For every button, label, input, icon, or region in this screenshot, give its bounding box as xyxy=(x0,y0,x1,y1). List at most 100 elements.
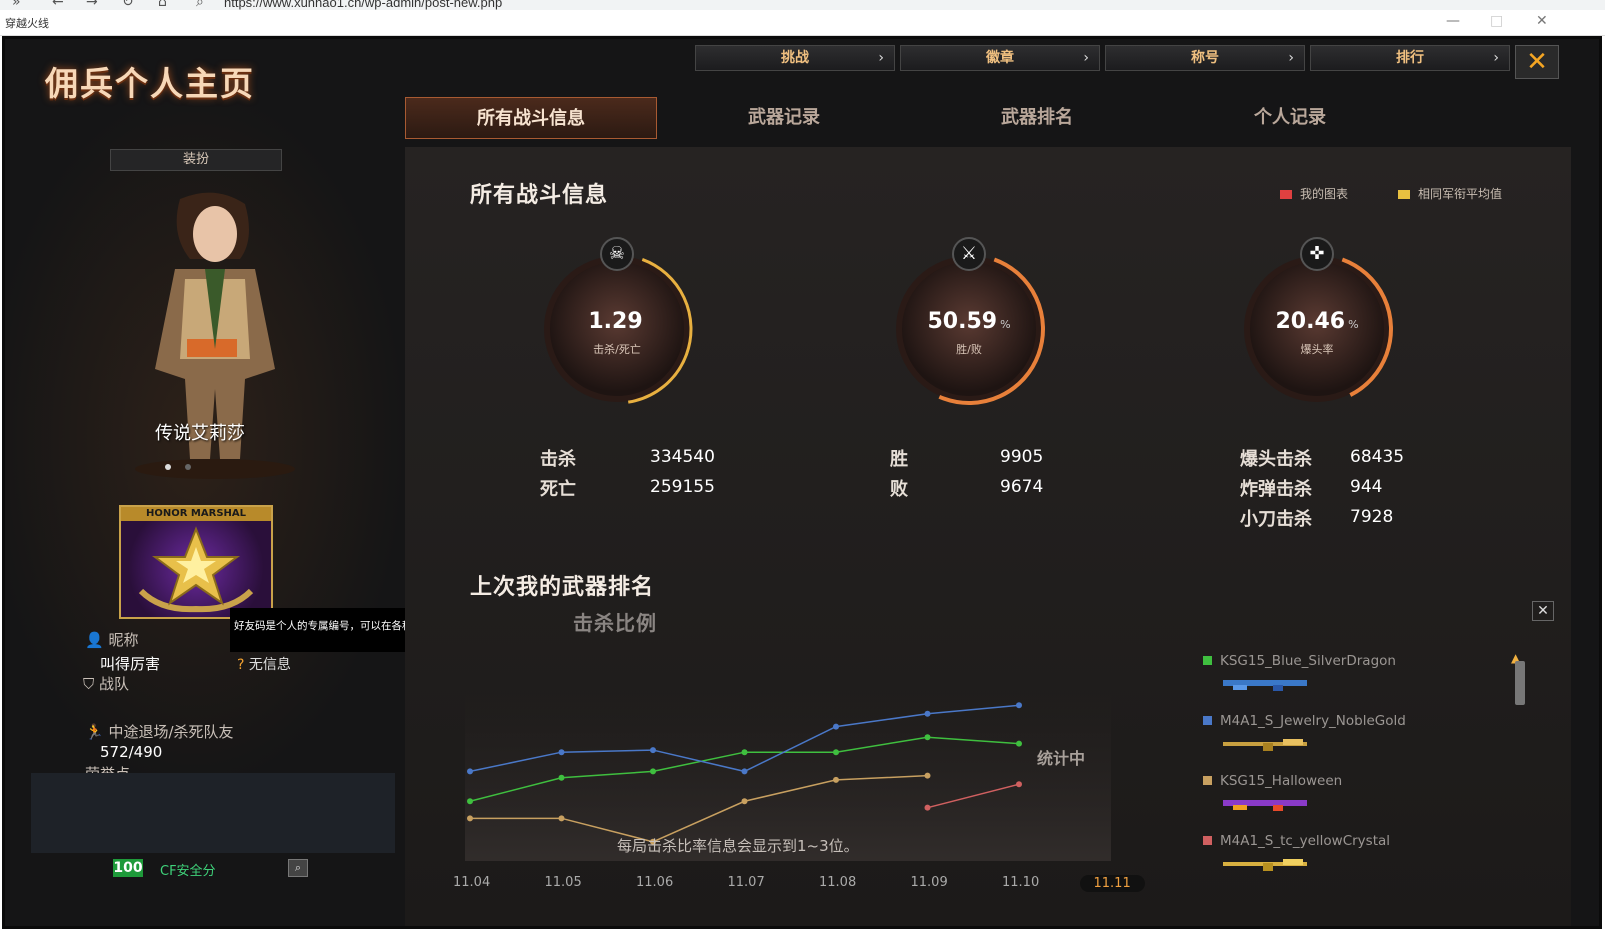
topmenu-rank[interactable]: 排行 › xyxy=(1310,45,1510,71)
data-point[interactable] xyxy=(467,815,473,822)
forward-icon[interactable]: → xyxy=(86,0,98,10)
data-point[interactable] xyxy=(650,768,656,775)
legend-avg-text: 相同军衔平均值 xyxy=(1418,187,1503,201)
data-point[interactable] xyxy=(1016,781,1022,788)
headshot-kills-label: 爆头击杀 xyxy=(1240,449,1312,470)
game-window: 佣兵个人主页 挑战 › 徽章 › 称号 › 排行 › ✕ 所有战斗信息 武器记录 武器排… xyxy=(2,36,1602,929)
headshot-number: 20.46 xyxy=(1275,309,1346,334)
no-info[interactable]: ? 无信息 xyxy=(237,654,291,674)
data-point[interactable] xyxy=(558,749,565,756)
search-button[interactable]: ⌕ xyxy=(288,859,308,877)
sniper-icon: ✜ xyxy=(1300,237,1334,271)
date-tick[interactable]: 11.09 xyxy=(911,875,948,890)
star-emblem-icon xyxy=(138,526,254,613)
no-info-text: 无信息 xyxy=(248,657,291,673)
tab-personal-records[interactable]: 个人记录 xyxy=(1164,97,1416,139)
shotgun-icon xyxy=(1223,800,1307,811)
chevron-right-icon: › xyxy=(878,50,884,66)
data-point[interactable] xyxy=(467,798,473,805)
kill-ratio-chart xyxy=(465,689,1111,861)
data-point[interactable] xyxy=(1016,740,1022,747)
bomb-kills-value: 944 xyxy=(1350,477,1383,497)
legend-swatch xyxy=(1203,836,1212,845)
weapon-item-1[interactable]: KSG15_Blue_SilverDragon xyxy=(1203,653,1396,669)
date-tick[interactable]: 11.06 xyxy=(636,875,673,890)
window-close-icon[interactable]: ✕ xyxy=(1536,13,1548,29)
data-point[interactable] xyxy=(650,747,656,754)
date-tick[interactable]: 11.04 xyxy=(453,875,490,890)
data-point[interactable] xyxy=(924,734,931,741)
knife-kills-label: 小刀击杀 xyxy=(1240,509,1312,530)
topmenu-title[interactable]: 称号 › xyxy=(1105,45,1305,71)
dot[interactable] xyxy=(165,464,171,470)
weapon-item-4[interactable]: M4A1_S_tc_yellowCrystal xyxy=(1203,833,1390,849)
tab-all-battle-info[interactable]: 所有战斗信息 xyxy=(405,97,657,139)
data-point[interactable] xyxy=(924,772,931,779)
page-title: 佣兵个人主页 xyxy=(45,64,255,103)
date-tick[interactable]: 11.07 xyxy=(728,875,765,890)
data-point[interactable] xyxy=(741,749,748,756)
data-point[interactable] xyxy=(467,768,473,775)
kd-value: 1.29 xyxy=(537,309,697,334)
close-button[interactable]: ✕ xyxy=(1515,45,1559,79)
menu-icon[interactable]: » xyxy=(12,0,21,10)
quit-label: 🏃 中途退场/杀死队友 xyxy=(85,721,234,742)
legend-mine: 我的图表 xyxy=(1280,185,1348,202)
winrate-unit: % xyxy=(1000,318,1011,331)
data-point[interactable] xyxy=(833,776,839,783)
topmenu-badge[interactable]: 徽章 › xyxy=(900,45,1100,71)
date-tick[interactable]: 11.11 xyxy=(1079,875,1145,892)
topmenu-label: 徽章 xyxy=(986,50,1014,66)
chart-note: 每局击杀比率信息会显示到1~3位。 xyxy=(617,837,859,855)
honor-label: 荣誉点 xyxy=(85,763,130,773)
minimize-icon[interactable]: — xyxy=(1446,13,1460,29)
date-tick[interactable]: 11.10 xyxy=(1002,875,1039,890)
topmenu-challenge[interactable]: 挑战 › xyxy=(695,45,895,71)
headshot-ring: ✜ 20.46% 爆头率 xyxy=(1237,237,1397,409)
topmenu-label: 称号 xyxy=(1191,50,1219,66)
weapon-list-scrollbar[interactable]: ▲ xyxy=(1511,651,1525,881)
deaths-value: 259155 xyxy=(650,477,715,497)
panel-close-button[interactable]: ✕ xyxy=(1532,601,1554,621)
data-point[interactable] xyxy=(1016,702,1022,709)
shield-icon: ⛉ xyxy=(83,675,95,693)
window-titlebar: 穿越火线 — □ ✕ xyxy=(0,10,1605,36)
home-icon[interactable]: ⌂ xyxy=(158,0,167,10)
reload-icon[interactable]: ↻ xyxy=(122,0,134,10)
tab-weapon-records[interactable]: 武器记录 xyxy=(658,97,910,139)
weapon-item-2[interactable]: M4A1_S_Jewelry_NobleGold xyxy=(1203,713,1406,729)
data-point[interactable] xyxy=(558,774,565,781)
maximize-icon[interactable]: □ xyxy=(1490,13,1503,29)
weapon-name: KSG15_Halloween xyxy=(1220,773,1343,789)
nickname-value: 叫得厉害 xyxy=(100,655,161,673)
data-point[interactable] xyxy=(741,768,748,775)
back-icon[interactable]: ← xyxy=(52,0,64,10)
address-bar[interactable]: https://www.xunhao1.cn/wp-admin/post-new… xyxy=(224,0,502,10)
kills-value: 334540 xyxy=(650,447,715,467)
data-point[interactable] xyxy=(833,723,839,730)
legend-mine-text: 我的图表 xyxy=(1300,187,1349,201)
weapon-item-3[interactable]: KSG15_Halloween xyxy=(1203,773,1342,789)
dress-up-button[interactable]: 装扮 xyxy=(110,149,282,171)
legend-average: 相同军衔平均值 xyxy=(1398,185,1502,202)
date-tick[interactable]: 11.05 xyxy=(545,875,582,890)
data-point[interactable] xyxy=(558,815,565,822)
chevron-right-icon: › xyxy=(1288,50,1294,66)
scrollbar-thumb[interactable] xyxy=(1515,661,1525,705)
dot[interactable] xyxy=(185,464,191,470)
weapon-name: M4A1_S_tc_yellowCrystal xyxy=(1220,833,1391,849)
nickname-label: 👤 昵称 xyxy=(85,629,138,650)
data-point[interactable] xyxy=(924,804,931,811)
losses-label: 败 xyxy=(890,479,908,500)
date-tick[interactable]: 11.08 xyxy=(819,875,856,890)
data-point[interactable] xyxy=(833,749,839,756)
wins-label: 胜 xyxy=(890,449,908,470)
knife-kills-value: 7928 xyxy=(1350,507,1394,527)
rifle-icon xyxy=(1223,859,1307,871)
data-point[interactable] xyxy=(741,798,748,805)
carousel-dots[interactable] xyxy=(165,455,205,474)
legend-swatch xyxy=(1398,190,1410,199)
tab-weapon-ranking[interactable]: 武器排名 xyxy=(911,97,1163,139)
data-point[interactable] xyxy=(924,710,931,717)
team-label: ⛉ 战队 xyxy=(83,673,129,694)
